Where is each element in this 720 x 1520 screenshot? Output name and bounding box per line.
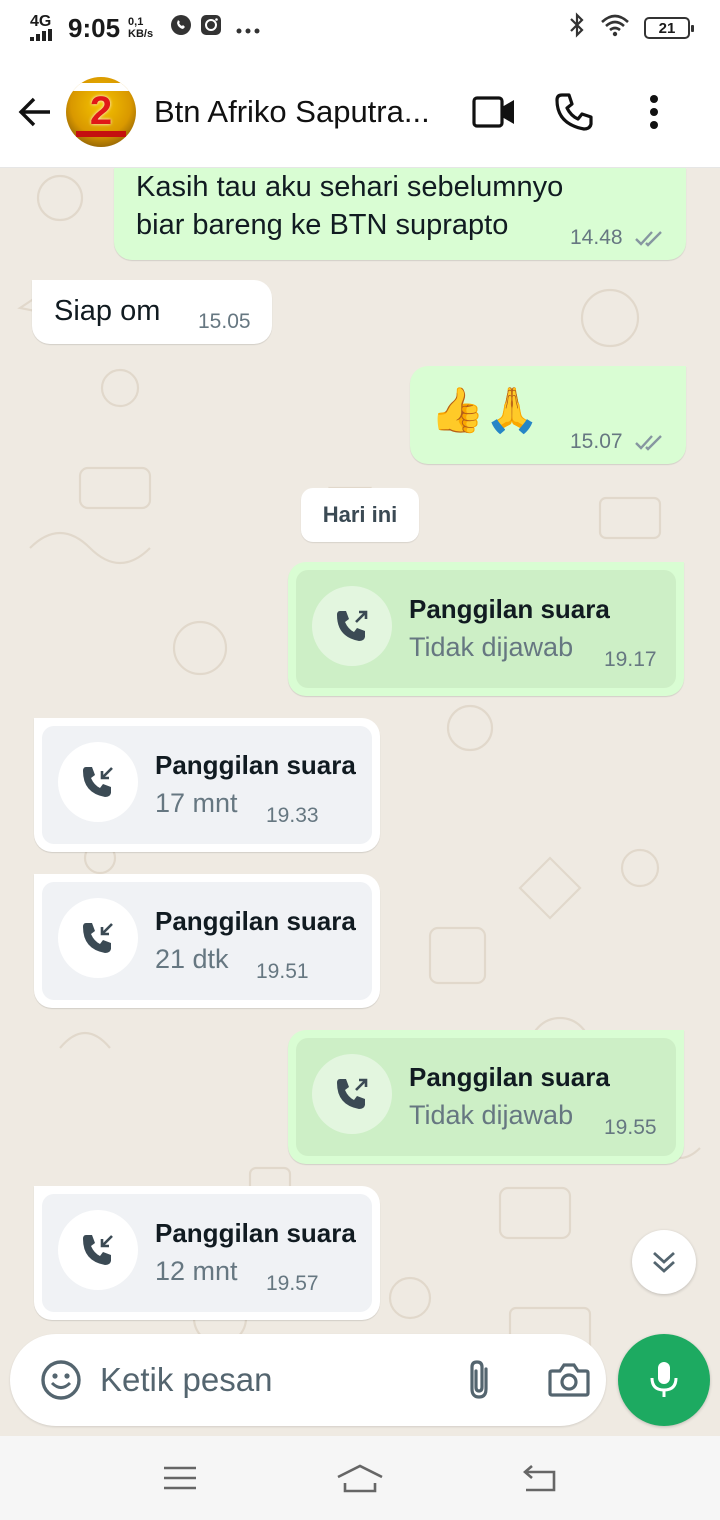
message-incoming[interactable]: Siap om 15.05 (32, 280, 272, 344)
message-time: 19.33 (266, 804, 319, 827)
voice-call-icon (555, 92, 593, 131)
call-title: Panggilan suara (155, 906, 356, 936)
message-composer (10, 1334, 606, 1426)
voice-call-outgoing[interactable]: Panggilan suara Tidak dijawab 19.55 (288, 1030, 684, 1164)
network-speed: 0,1 KB/s (128, 16, 156, 40)
message-text: Kasih tau aku sehari sebelumnyo biar bar… (136, 168, 563, 244)
message-input[interactable] (100, 1361, 430, 1399)
status-bar: 4G 9:05 0,1 KB/s 21 (0, 0, 720, 56)
message-time: 15.07 (570, 430, 666, 454)
incoming-call-icon (58, 1210, 138, 1290)
call-title: Panggilan suara (155, 1218, 356, 1248)
recent-apps-button[interactable] (140, 1448, 220, 1508)
overflow-menu-icon (650, 94, 658, 129)
system-navigation-bar (0, 1436, 720, 1520)
speed-unit: KB/s (128, 28, 154, 40)
signal-icon (30, 29, 60, 41)
battery-icon: 21 (644, 17, 694, 39)
instagram-icon (200, 14, 222, 42)
message-time: 15.05 (198, 310, 251, 333)
message-time: 19.51 (256, 960, 309, 983)
call-title: Panggilan suara (409, 1062, 610, 1092)
scroll-down-icon (653, 1251, 675, 1273)
read-receipt-icon (635, 231, 663, 248)
message-time: 19.55 (604, 1116, 657, 1139)
whatsapp-status-icon (170, 14, 192, 42)
back-icon (523, 1465, 556, 1492)
chat-header: 2 Btn Afriko Saputra... (0, 56, 720, 168)
call-card: Panggilan suara 17 mnt 19.33 (42, 726, 372, 844)
message-time: 19.17 (604, 648, 657, 671)
more-notifications-icon (236, 17, 260, 40)
back-nav-button[interactable] (500, 1448, 580, 1508)
voice-call-outgoing[interactable]: Panggilan suara Tidak dijawab 19.17 (288, 562, 684, 696)
call-duration: 17 mnt (155, 788, 238, 818)
network-indicator: 4G (30, 13, 60, 41)
bluetooth-icon (568, 11, 586, 45)
attach-button[interactable] (444, 1345, 514, 1415)
message-line: Kasih tau aku sehari sebelumnyo (136, 171, 564, 203)
camera-button[interactable] (534, 1345, 604, 1415)
message-text: Siap om (54, 295, 161, 327)
scroll-down-button[interactable] (632, 1230, 696, 1294)
message-time: 14.48 (570, 226, 666, 250)
call-duration: 21 dtk (155, 944, 229, 974)
avatar-stripe (76, 130, 126, 137)
voice-call-incoming[interactable]: Panggilan suara 12 mnt 19.57 (34, 1186, 380, 1320)
back-button[interactable] (4, 72, 66, 152)
call-title: Panggilan suara (409, 594, 610, 624)
contact-name[interactable]: Btn Afriko Saputra... (154, 94, 454, 130)
outgoing-call-icon (312, 1054, 392, 1134)
video-call-button[interactable] (454, 72, 534, 152)
call-status: Tidak dijawab (409, 1100, 574, 1130)
voice-call-button[interactable] (534, 72, 614, 152)
avatar[interactable]: 2 (66, 76, 136, 147)
message-outgoing[interactable]: Kasih tau aku sehari sebelumnyo biar bar… (114, 168, 686, 260)
call-card: Panggilan suara Tidak dijawab 19.55 (296, 1038, 676, 1156)
voice-call-incoming[interactable]: Panggilan suara 21 dtk 19.51 (34, 874, 380, 1008)
camera-icon (548, 1363, 590, 1397)
emoji-message: 👍🙏 (430, 386, 540, 435)
read-receipt-icon (635, 435, 663, 452)
home-button[interactable] (320, 1448, 400, 1508)
outgoing-call-icon (312, 586, 392, 666)
recent-apps-icon (164, 1466, 196, 1490)
time-text: 14.48 (570, 226, 623, 249)
wifi-icon (600, 13, 630, 44)
call-card: Panggilan suara Tidak dijawab 19.17 (296, 570, 676, 688)
home-icon (337, 1464, 383, 1493)
incoming-call-icon (58, 742, 138, 822)
avatar-number: 2 (89, 89, 113, 133)
emoji-button[interactable] (26, 1345, 96, 1415)
microphone-icon (650, 1362, 678, 1397)
overflow-menu-button[interactable] (614, 72, 694, 152)
attach-icon (470, 1360, 488, 1399)
date-separator: Hari ini (301, 488, 419, 542)
voice-call-incoming[interactable]: Panggilan suara 17 mnt 19.33 (34, 718, 380, 852)
call-status: Tidak dijawab (409, 632, 574, 662)
message-outgoing-emoji[interactable]: 👍🙏 15.07 (410, 366, 686, 464)
message-line: biar bareng ke BTN suprapto (136, 209, 509, 241)
incoming-call-icon (58, 898, 138, 978)
video-call-icon (472, 95, 514, 128)
network-type: 4G (30, 13, 52, 30)
back-arrow-icon (18, 97, 50, 126)
message-time: 19.57 (266, 1272, 319, 1295)
call-card: Panggilan suara 12 mnt 19.57 (42, 1194, 372, 1312)
call-duration: 12 mnt (155, 1256, 238, 1286)
call-title: Panggilan suara (155, 750, 356, 780)
time-text: 15.07 (570, 430, 623, 453)
chat-area[interactable]: Kasih tau aku sehari sebelumnyo biar bar… (0, 168, 720, 1436)
emoji-icon (41, 1360, 81, 1400)
call-card: Panggilan suara 21 dtk 19.51 (42, 882, 372, 1000)
avatar-banner (66, 82, 136, 91)
speed-value: 0,1 (128, 16, 144, 28)
voice-message-button[interactable] (618, 1334, 710, 1426)
battery-level: 21 (658, 19, 676, 37)
clock: 9:05 (68, 12, 121, 43)
